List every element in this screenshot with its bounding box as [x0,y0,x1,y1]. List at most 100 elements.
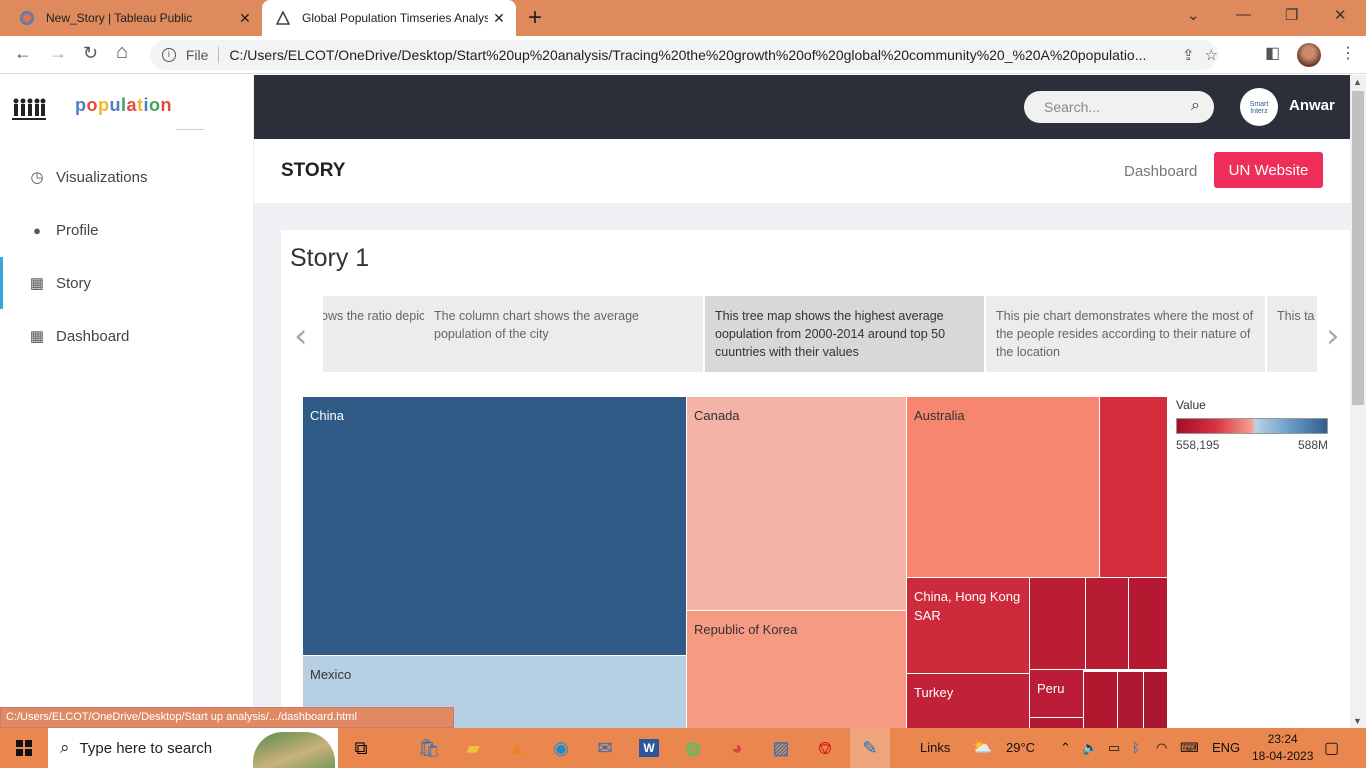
treemap-cell[interactable] [1029,577,1086,670]
keyboard-icon[interactable]: ⌨ [1180,740,1199,756]
scroll-thumb[interactable] [1352,91,1364,405]
treemap-cell[interactable]: Turkey [906,673,1030,728]
menu-icon[interactable]: ⋮ [1340,43,1356,63]
windows-start-icon[interactable] [0,728,48,768]
close-window-icon[interactable]: ✕ [1334,6,1347,24]
home-icon[interactable]: ⌂ [116,41,128,64]
treemap-cell[interactable] [1029,717,1084,728]
weather-temp[interactable]: 29°C [1006,740,1035,755]
taskbar: ⌕ Type here to search ⧉ 🛍 ▰ ▲ ◉ ✉ W ◍ ◕ … [0,728,1366,768]
sidebar-item-dashboard[interactable]: ▦ Dashboard [0,310,254,362]
wifi-icon[interactable]: ◠ [1156,740,1167,756]
search-placeholder: Search... [1044,99,1101,115]
whatsapp-icon[interactable]: ◍ [678,728,708,768]
scroll-down-icon[interactable]: ▼ [1353,716,1362,726]
prev-arrow-icon[interactable]: ‹ [294,316,308,356]
user-name[interactable]: Anwar [1289,97,1335,114]
acrobat-icon[interactable]: ⎊ [810,728,840,768]
treemap-cell[interactable]: Republic of Korea [686,610,907,728]
treemap-cell[interactable] [1083,671,1118,728]
page: population ◷ Visualizations ● Profile ▦ … [0,75,1350,728]
treemap-cell[interactable] [1128,577,1168,670]
minimize-icon[interactable]: — [1236,6,1251,23]
legend-min: 558,195 [1176,438,1220,452]
battery-icon[interactable]: ▭ [1108,740,1120,756]
tab-population[interactable]: Global Population Timseries Analysis ✕ [262,0,516,36]
treemap-cell[interactable] [1099,396,1168,578]
new-tab-button[interactable]: + [528,4,542,32]
un-website-button[interactable]: UN Website [1214,152,1323,188]
restore-icon[interactable]: ❐ [1285,6,1298,24]
clock-icon: ◷ [30,169,44,186]
vlc-icon[interactable]: ▲ [502,728,532,768]
story-card: Story 1 ‹ ows the ratio depicts the valu… [281,230,1350,728]
file-explorer-icon[interactable]: ▰ [458,728,488,768]
address-bar: ← → ↻ ⌂ i File C:/Users/ELCOT/OneDrive/D… [0,36,1366,74]
status-bar-url: C:/Users/ELCOT/OneDrive/Desktop/Start up… [0,707,454,728]
story-point[interactable]: This pie chart demonstrates where the mo… [986,296,1265,372]
profile-avatar[interactable] [1297,43,1321,67]
weather-icon[interactable]: ⛅ [972,737,992,757]
info-icon[interactable]: i [162,48,176,62]
sidebar-item-label: Dashboard [56,327,130,345]
share-icon[interactable]: ⇪ [1182,46,1195,64]
treemap-cell[interactable] [1117,671,1144,728]
search-icon[interactable]: ⌕ [1191,97,1200,115]
word-icon[interactable]: W [634,728,664,768]
store-icon[interactable]: 🛍 [414,728,444,768]
task-view-icon[interactable]: ⧉ [346,728,376,768]
reload-icon[interactable]: ↻ [83,43,98,64]
sidebar-item-profile[interactable]: ● Profile [0,204,254,256]
page-scrollbar[interactable]: ▲ ▼ [1350,75,1366,728]
bluetooth-icon[interactable]: ᛒ [1132,740,1140,755]
active-app-icon[interactable]: ✎ [850,728,890,768]
next-arrow-icon[interactable]: › [1326,316,1340,356]
browser-tab-bar: New_Story | Tableau Public ✕ Global Popu… [0,0,1366,36]
back-icon[interactable]: ← [14,43,32,64]
treemap-cell[interactable]: China, Hong Kong SAR [906,577,1030,674]
story-point-selected[interactable]: This tree map shows the highest average … [705,296,984,372]
logo-text: population [75,95,173,115]
edge-icon[interactable]: ◉ [546,728,576,768]
taskbar-search-input[interactable]: ⌕ Type here to search [48,728,338,768]
user-avatar[interactable]: Smart Interz [1240,88,1278,126]
treemap-cell[interactable]: Australia [906,396,1100,578]
story-point[interactable]: This ta about s data [1267,296,1317,372]
links-toolbar[interactable]: Links [920,740,950,755]
clock[interactable]: 23:24 18-04-2023 [1252,731,1313,765]
search-input[interactable]: Search... ⌕ [1024,91,1214,123]
chrome-icon[interactable]: ◕ [722,728,752,768]
story-points: ows the ratio depicts the value The colu… [323,296,1317,372]
volume-icon[interactable]: 🔈 [1082,740,1098,756]
photos-icon[interactable]: ▨ [766,728,796,768]
language-indicator[interactable]: ENG [1212,740,1240,755]
close-tab-icon[interactable]: ✕ [488,10,510,27]
forward-icon[interactable]: → [49,43,67,64]
story-point[interactable]: The column chart shows the average popul… [424,296,703,372]
clock-time: 23:24 [1267,732,1298,746]
tab-search-icon[interactable]: ⌄ [1187,6,1200,24]
people-logo-icon [12,98,46,120]
sidebar-toggle-icon[interactable]: ◧ [1265,43,1280,63]
dashboard-link[interactable]: Dashboard [1124,163,1197,180]
bookmark-star-icon[interactable]: ☆ [1205,46,1218,64]
tray-chevron-icon[interactable]: ⌃ [1060,740,1071,756]
treemap-cell[interactable] [1143,671,1168,728]
scroll-up-icon[interactable]: ▲ [1353,77,1362,87]
url-field[interactable]: i File C:/Users/ELCOT/OneDrive/Desktop/S… [150,40,1218,70]
tab-tableau[interactable]: New_Story | Tableau Public ✕ [0,0,262,36]
notification-icon[interactable]: ▢ [1324,738,1339,758]
url-text: C:/Users/ELCOT/OneDrive/Desktop/Start%20… [229,47,1147,63]
sidebar-item-visualizations[interactable]: ◷ Visualizations [0,151,254,203]
sidebar: population ◷ Visualizations ● Profile ▦ … [0,75,254,728]
mail-icon[interactable]: ✉ [590,728,620,768]
table-icon: ▦ [29,275,45,292]
close-tab-icon[interactable]: ✕ [234,10,256,27]
treemap-cell[interactable]: Canada [686,396,907,611]
sidebar-item-story[interactable]: ▦ Story [0,257,254,309]
table-icon: ▦ [29,328,45,345]
treemap-cell[interactable]: Peru [1029,669,1084,718]
treemap-cell[interactable]: China [302,396,687,656]
treemap-cell[interactable] [1085,577,1129,670]
sidebar-item-label: Visualizations [56,168,148,186]
